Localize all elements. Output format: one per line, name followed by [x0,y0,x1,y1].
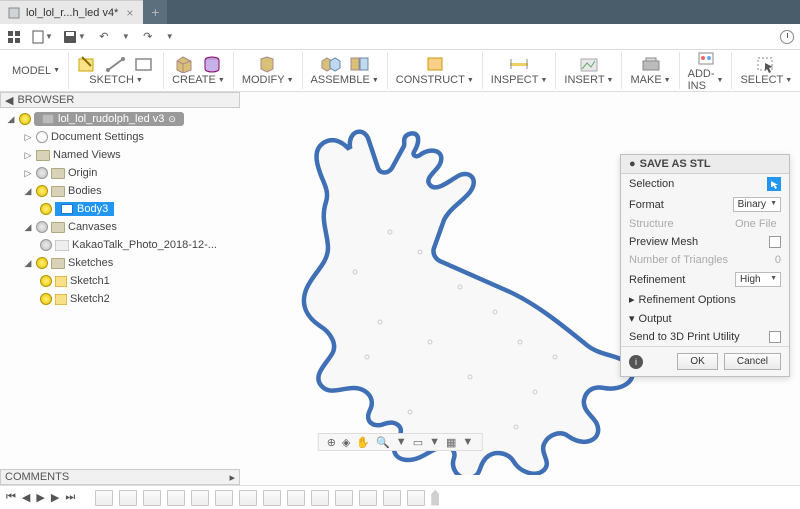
new-tab-button[interactable]: + [143,0,167,24]
workspace-switcher[interactable]: MODEL ▼ [4,52,69,89]
zoom-icon[interactable]: 🔍 [376,436,390,449]
addins-icon [695,49,717,67]
timeline-feature[interactable] [383,490,401,506]
row-structure: StructureOne File [621,215,789,233]
timeline-feature[interactable] [95,490,113,506]
toolbar-group-create[interactable]: CREATE▼ [164,52,234,89]
main-area: ◀ BROWSER ◢ lol_lol_rudolph_led v3⊙ ▷Doc… [0,92,800,475]
quick-access-bar: ▼ ▼ ↶ ▼ ↷ ▼ [0,24,800,50]
construct-icon [424,55,446,73]
display-icon[interactable]: ▭ [413,436,423,449]
grid-icon[interactable]: ▦ [446,436,456,449]
timeline-feature[interactable] [167,490,185,506]
toolbar-group-insert[interactable]: INSERT▼ [556,52,622,89]
send-3d-checkbox[interactable] [769,331,781,343]
row-num-triangles: Number of Triangles0 [621,251,789,269]
cancel-button[interactable]: Cancel [724,353,781,370]
timeline-bar: ⏮ ◀ ▶ ▶ ⏭ [0,485,800,509]
navigation-bar[interactable]: ⊕ ◈ ✋ 🔍 ▼ ▭▼ ▦▼ [318,433,483,451]
timeline-feature[interactable] [359,490,377,506]
tab-title: lol_lol_r...h_led v4* [26,7,118,19]
timeline-end-button[interactable]: ⏭ [65,491,75,504]
timeline-feature[interactable] [119,490,137,506]
ribbon-toolbar: MODEL ▼ SKETCH▼ CREATE▼ MODIFY▼ ASSEMBLE… [0,50,800,92]
rudolph-outline[interactable] [304,132,633,475]
timeline-prev-button[interactable]: ◀ [22,491,30,504]
expand-icon: ▸ [629,293,635,306]
refinement-select[interactable]: High [735,272,781,287]
box-icon [173,55,195,73]
row-refinement: RefinementHigh [621,269,789,290]
redo-button[interactable]: ↷ [140,29,156,45]
timeline-feature[interactable] [143,490,161,506]
undo-button[interactable]: ↶ [96,29,112,45]
timeline-feature[interactable] [239,490,257,506]
toolbar-group-select[interactable]: SELECT▼ [732,52,800,89]
cylinder-icon [201,55,223,73]
toolbar-group-make[interactable]: MAKE▼ [622,52,679,89]
modify-icon [257,55,279,73]
format-select[interactable]: Binary [733,197,781,212]
ok-button[interactable]: OK [677,353,717,370]
preview-mesh-checkbox[interactable] [769,236,781,248]
sketch-icon [77,55,99,73]
make-icon [640,55,662,73]
timeline-playhead[interactable] [431,490,439,506]
dialog-header[interactable]: ●SAVE AS STL [621,155,789,174]
select-icon [755,55,777,73]
toolbar-group-addins[interactable]: ADD-INS▼ [680,52,733,89]
orbit-icon[interactable]: ⊕ [327,436,336,449]
insert-icon [578,55,600,73]
clock-icon[interactable] [780,30,794,44]
joint-icon [348,55,370,73]
row-preview-mesh: Preview Mesh [621,233,789,251]
toolbar-group-construct[interactable]: CONSTRUCT▼ [388,52,483,89]
timeline-feature[interactable] [215,490,233,506]
timeline-next-button[interactable]: ▶ [51,491,59,504]
comments-panel-header[interactable]: COMMENTS ▸ [0,469,240,485]
rect-icon [133,55,155,73]
title-bar: lol_lol_r...h_led v4* × + [0,0,800,24]
redo-dropdown[interactable]: ▼ [166,32,174,41]
save-button[interactable]: ▼ [63,30,86,44]
look-icon[interactable]: ◈ [342,436,350,449]
toolbar-group-sketch[interactable]: SKETCH▼ [69,52,164,89]
row-refinement-options[interactable]: ▸Refinement Options [621,290,789,309]
toolbar-group-inspect[interactable]: INSPECT▼ [483,52,557,89]
file-menu[interactable]: ▼ [32,30,53,44]
row-format: FormatBinary [621,194,789,215]
pin-icon[interactable]: ● [629,158,636,170]
inspect-icon [508,55,530,73]
undo-dropdown[interactable]: ▼ [122,32,130,41]
timeline-play-button[interactable]: ▶ [36,491,44,504]
timeline-start-button[interactable]: ⏮ [6,491,16,504]
timeline-feature[interactable] [191,490,209,506]
save-as-stl-dialog[interactable]: ●SAVE AS STL Selection FormatBinary Stru… [620,154,790,377]
timeline-feature[interactable] [407,490,425,506]
doc-icon [8,7,20,19]
row-send-3d-print: Send to 3D Print Utility [621,328,789,346]
assemble-icon [320,55,342,73]
pan-icon[interactable]: ✋ [356,436,370,449]
close-tab-icon[interactable]: × [124,6,135,20]
timeline-feature[interactable] [263,490,281,506]
toolbar-group-modify[interactable]: MODIFY▼ [234,52,303,89]
document-tab[interactable]: lol_lol_r...h_led v4* × [0,0,143,24]
toolbar-group-assemble[interactable]: ASSEMBLE▼ [303,52,388,89]
line-icon [105,55,127,73]
selection-cursor-icon[interactable] [767,177,781,191]
collapse-icon: ▾ [629,312,635,325]
timeline-feature[interactable] [335,490,353,506]
info-icon[interactable]: i [629,355,643,369]
timeline-feature[interactable] [287,490,305,506]
expand-icon[interactable]: ▸ [229,471,235,484]
row-output[interactable]: ▾Output [621,309,789,328]
data-panel-icon[interactable] [6,29,22,45]
timeline-feature[interactable] [311,490,329,506]
row-selection: Selection [621,174,789,194]
